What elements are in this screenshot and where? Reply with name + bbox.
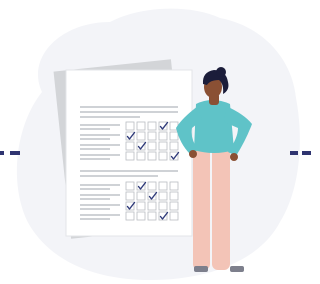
row-label-line [80, 198, 110, 200]
row-label-line [80, 204, 120, 206]
row-label-line [80, 214, 120, 216]
checkbox [136, 191, 146, 201]
checkbox [136, 211, 146, 221]
checkbox [147, 201, 157, 211]
row-label-line [80, 124, 120, 126]
checkbox [158, 131, 168, 141]
row-label-line [80, 138, 110, 140]
left-connector-line [0, 151, 20, 155]
checkbox [169, 211, 179, 221]
row-label-line [80, 218, 110, 220]
row-label-line [80, 128, 110, 130]
left-leg [193, 146, 210, 270]
checkbox [169, 141, 179, 151]
checkbox [125, 121, 135, 131]
checkbox [147, 181, 157, 191]
right-shoe [230, 266, 244, 272]
right-hand [230, 153, 238, 161]
illustration-canvas [0, 8, 311, 280]
checkbox [136, 201, 146, 211]
row-label-line [80, 194, 120, 196]
checkbox [125, 191, 135, 201]
checkbox [147, 141, 157, 151]
row-label-line [80, 208, 110, 210]
checkbox [158, 151, 168, 161]
checkbox [158, 201, 168, 211]
checkbox [147, 131, 157, 141]
row-label-line [80, 188, 110, 190]
checkbox [125, 141, 135, 151]
checkbox [125, 211, 135, 221]
right-connector-line [290, 151, 311, 155]
checkbox [169, 201, 179, 211]
left-hand [189, 150, 197, 158]
checkbox [169, 131, 179, 141]
row-label-line [80, 158, 110, 160]
checkbox [158, 141, 168, 151]
row-label-line [80, 184, 120, 186]
checkbox [169, 181, 179, 191]
checklist-document-icon [65, 69, 193, 237]
checkbox [147, 121, 157, 131]
checkbox [158, 181, 168, 191]
checkbox [158, 191, 168, 201]
row-label-line [80, 134, 120, 136]
row-label-line [80, 144, 120, 146]
checkbox [136, 151, 146, 161]
checkbox [136, 121, 146, 131]
hair-bun [216, 67, 226, 77]
checkbox [169, 191, 179, 201]
checkbox [125, 151, 135, 161]
row-label-line [80, 154, 120, 156]
row-label-line [80, 148, 110, 150]
checkbox [147, 151, 157, 161]
checkbox [125, 181, 135, 191]
checkbox [147, 211, 157, 221]
left-shoe [194, 266, 208, 272]
checkbox [136, 131, 146, 141]
right-leg [212, 146, 230, 270]
